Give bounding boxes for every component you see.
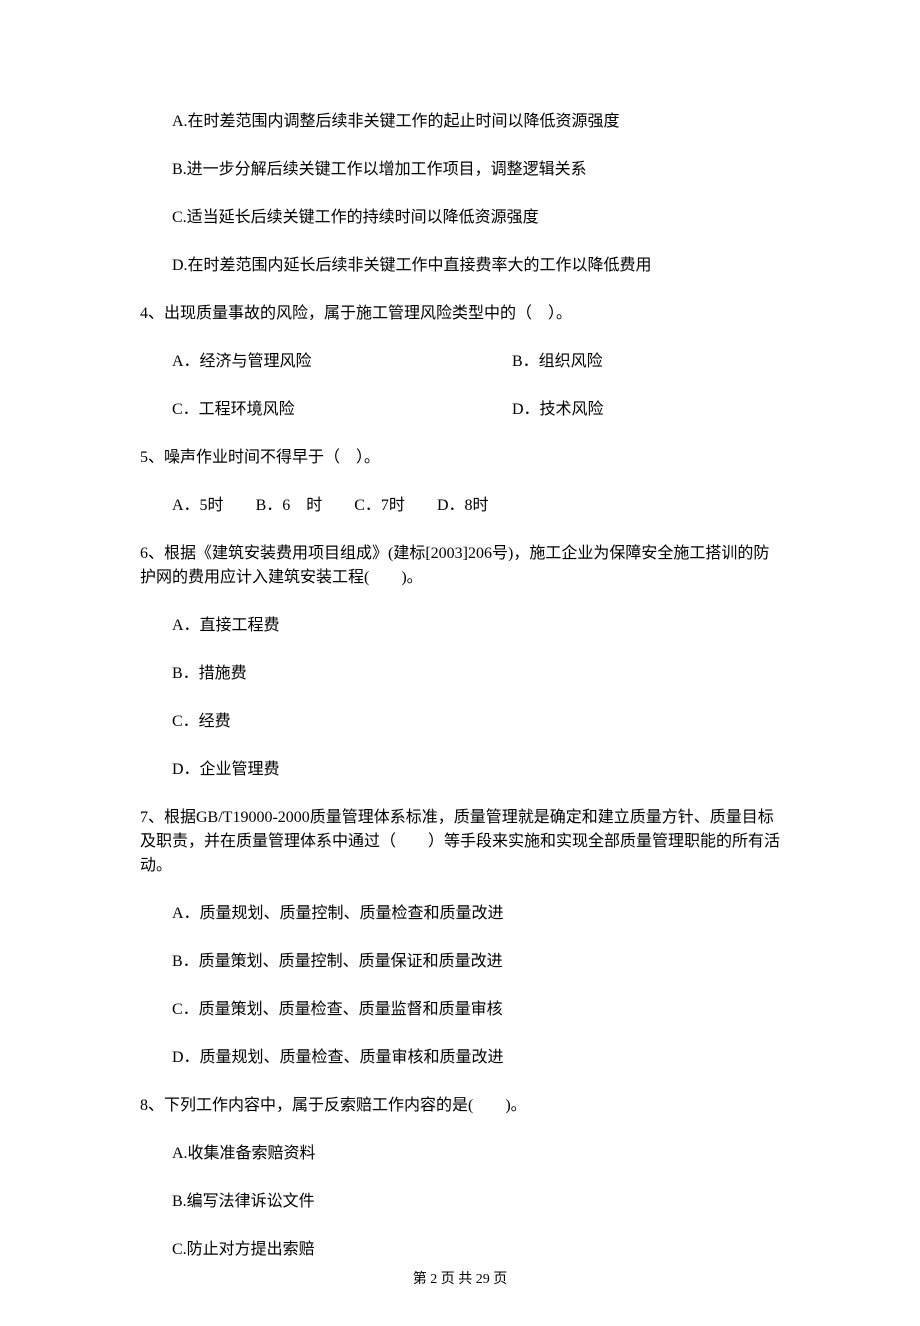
q5-option-c: C．7时 xyxy=(354,497,405,514)
q3-option-b: B.进一步分解后续关键工作以增加工作项目，调整逻辑关系 xyxy=(140,158,780,182)
q8-option-a: A.收集准备索赔资料 xyxy=(140,1142,780,1166)
q6-stem: 6、根据《建筑安装费用项目组成》(建标[2003]206号)，施工企业为保障安全… xyxy=(140,542,780,590)
q8-stem: 8、下列工作内容中，属于反索赔工作内容的是( )。 xyxy=(140,1094,780,1118)
q6-option-a: A．直接工程费 xyxy=(140,614,780,638)
q3-option-d: D.在时差范围内延长后续非关键工作中直接费率大的工作以降低费用 xyxy=(140,254,780,278)
q7-option-b: B．质量策划、质量控制、质量保证和质量改进 xyxy=(140,950,780,974)
q4-stem: 4、出现质量事故的风险，属于施工管理风险类型中的（ ）。 xyxy=(140,302,780,326)
q5-option-b: B．6 时 xyxy=(256,497,323,514)
q7-option-a: A．质量规划、质量控制、质量检查和质量改进 xyxy=(140,902,780,926)
q6-option-b: B．措施费 xyxy=(140,662,780,686)
q6-option-c: C．经费 xyxy=(140,710,780,734)
q5-stem: 5、噪声作业时间不得早于（ ）。 xyxy=(140,446,780,470)
q3-option-a: A.在时差范围内调整后续非关键工作的起止时间以降低资源强度 xyxy=(140,110,780,134)
q8-option-c: C.防止对方提出索赔 xyxy=(140,1238,780,1262)
q4-option-b: B．组织风险 xyxy=(512,350,603,374)
page-footer: 第 2 页 共 29 页 xyxy=(0,1269,920,1290)
q6-option-d: D．企业管理费 xyxy=(140,758,780,782)
q8-option-b: B.编写法律诉讼文件 xyxy=(140,1190,780,1214)
q5-option-a: A．5时 xyxy=(172,497,224,514)
q5-option-d: D．8时 xyxy=(437,497,489,514)
q4-option-d: D．技术风险 xyxy=(512,398,604,422)
q5-options: A．5时 B．6 时 C．7时 D．8时 xyxy=(140,494,780,518)
q7-stem: 7、根据GB/T19000-2000质量管理体系标准，质量管理就是确定和建立质量… xyxy=(140,806,780,878)
q3-option-c: C.适当延长后续关键工作的持续时间以降低资源强度 xyxy=(140,206,780,230)
q4-option-a: A．经济与管理风险 xyxy=(172,350,512,374)
q4-option-c: C．工程环境风险 xyxy=(172,398,512,422)
q7-option-c: C．质量策划、质量检查、质量监督和质量审核 xyxy=(140,998,780,1022)
q7-option-d: D．质量规划、质量检查、质量审核和质量改进 xyxy=(140,1046,780,1070)
